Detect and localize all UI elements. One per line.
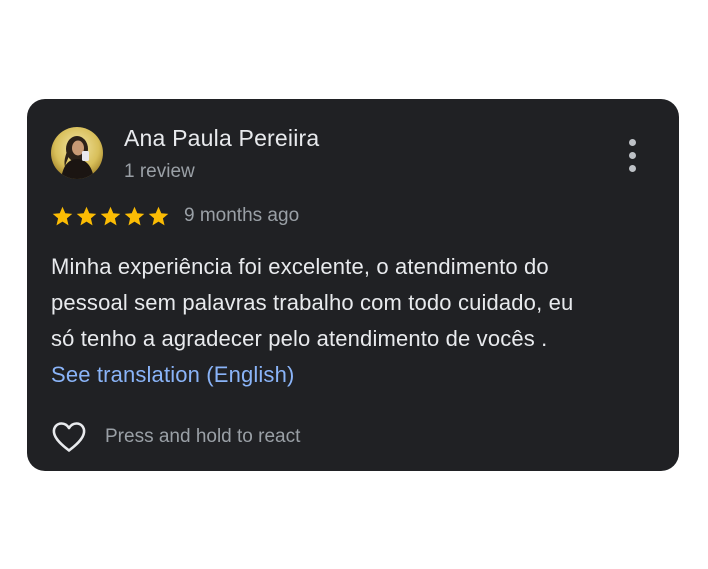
more-options-button[interactable] (621, 135, 645, 175)
heart-outline-icon[interactable] (51, 421, 87, 453)
review-text-line: só tenho a agradecer pelo atendimento de… (51, 326, 548, 351)
more-vert-icon-dot (629, 165, 636, 172)
user-photo-icon (51, 127, 103, 179)
rating-row: 9 months ago (51, 203, 299, 229)
more-vert-icon-dot (629, 152, 636, 159)
star-rating (51, 205, 170, 228)
review-text: Minha experiência foi excelente, o atend… (51, 249, 661, 393)
star-icon (99, 205, 122, 228)
author-name[interactable]: Ana Paula Pereiira (124, 125, 319, 152)
review-card: Ana Paula Pereiira 1 review 9 months ago… (27, 99, 679, 471)
review-text-line: Minha experiência foi excelente, o atend… (51, 254, 549, 279)
see-translation-link[interactable]: See translation (English) (51, 357, 661, 393)
star-icon (123, 205, 146, 228)
more-vert-icon-dot (629, 139, 636, 146)
star-icon (147, 205, 170, 228)
star-icon (75, 205, 98, 228)
review-time: 9 months ago (184, 205, 300, 226)
avatar[interactable] (51, 127, 103, 179)
review-text-line: pessoal sem palavras trabalho com todo c… (51, 290, 574, 315)
react-hint: Press and hold to react (105, 426, 301, 447)
star-icon (51, 205, 74, 228)
review-count[interactable]: 1 review (124, 161, 195, 183)
react-row[interactable]: Press and hold to react (51, 419, 300, 455)
